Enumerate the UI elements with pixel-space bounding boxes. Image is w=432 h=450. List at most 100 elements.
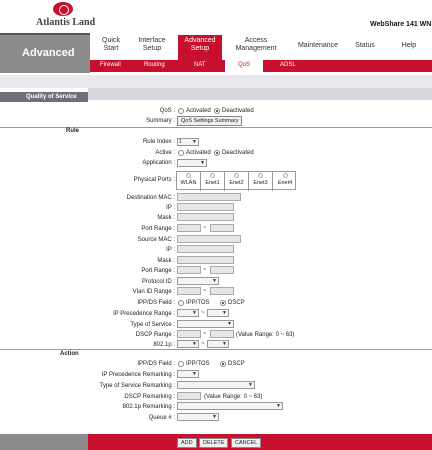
cancel-button[interactable]: CANCEL xyxy=(231,438,262,448)
sub-nat[interactable]: NAT xyxy=(194,62,206,68)
src-port-to-input[interactable] xyxy=(210,266,234,274)
active-label: Active : xyxy=(155,150,175,156)
ipds-label: IPP/DS Field : xyxy=(137,300,175,306)
add-button[interactable]: ADD xyxy=(177,438,197,448)
src-ip-input[interactable] xyxy=(177,245,234,253)
divider xyxy=(0,349,432,350)
vlan-label: Vlan ID Range : xyxy=(132,289,175,295)
model-name: WebShare 141 WN xyxy=(370,21,432,28)
ipds-dscp-label: DSCP xyxy=(228,300,245,306)
protocol-label: Protocol ID : xyxy=(141,279,175,285)
sub-qos[interactable]: QoS xyxy=(225,60,263,72)
action-ipds-dscp-radio[interactable] xyxy=(220,361,226,367)
dest-mask-input[interactable] xyxy=(177,213,234,221)
rule-index-select[interactable]: 1 xyxy=(177,138,199,146)
port-label: Enet2 xyxy=(229,180,244,186)
tos-remark-label: Type of Service Remarking : xyxy=(99,383,175,389)
queue-label: Queue # : xyxy=(148,415,175,421)
tos-remark-select[interactable] xyxy=(177,381,255,389)
queue-select[interactable] xyxy=(177,413,219,421)
qos-summary-button[interactable]: QoS Settings Summary xyxy=(177,116,243,126)
physical-ports-table: WLAN Enet1 Enet2 Enet3 Enet4 xyxy=(176,171,297,191)
application-label: Application : xyxy=(142,160,175,166)
summary-label: Summary : xyxy=(145,118,175,124)
dest-port-from-input[interactable] xyxy=(177,224,201,232)
active-activated-radio[interactable] xyxy=(178,150,184,156)
dscp-range-label: DSCP Range : xyxy=(135,332,175,338)
port-enet3[interactable]: Enet3 xyxy=(249,172,273,191)
qos-deactivated-radio[interactable] xyxy=(214,108,220,114)
dscp-range-note: (Value Range: 0 ~ 63) xyxy=(236,332,295,338)
ip-prec-label: IP Precedence Range : xyxy=(113,311,175,317)
band xyxy=(0,75,432,88)
port-enet2[interactable]: Enet2 xyxy=(225,172,249,191)
nav-access-management[interactable]: Access Management xyxy=(230,37,282,53)
nav-quick-start[interactable]: Quick Start xyxy=(92,37,130,53)
strip xyxy=(88,88,432,100)
dest-mac-input[interactable] xyxy=(177,193,241,201)
port-label: WLAN xyxy=(180,180,197,186)
port-wlan[interactable]: WLAN xyxy=(177,172,201,191)
tos-select[interactable] xyxy=(177,320,234,328)
src-port-range-label: Port Range : xyxy=(141,268,175,274)
src-mask-label: Mask : xyxy=(157,258,175,264)
nav-status[interactable]: Status xyxy=(348,42,382,50)
section-rule: Rule xyxy=(66,128,80,134)
sub-firewall[interactable]: Firewall xyxy=(100,62,121,68)
dest-ip-label: IP : xyxy=(166,205,175,211)
nav-maintenance[interactable]: Maintenance xyxy=(294,42,342,50)
port-label: Enet4 xyxy=(277,180,293,186)
rule-index-label: Rule Index : xyxy=(142,139,175,145)
ipds-dscp-radio[interactable] xyxy=(220,300,226,306)
port-enet4[interactable]: Enet4 xyxy=(273,172,297,191)
tilde: ~ xyxy=(201,310,205,316)
action-ipds-ipptos-radio[interactable] xyxy=(178,361,184,367)
p8021-to-select[interactable] xyxy=(207,340,229,348)
dscp-from-input[interactable] xyxy=(177,330,201,338)
tos-label: Type of Service : xyxy=(130,322,175,328)
qos-label: QoS : xyxy=(159,108,175,114)
protocol-select[interactable] xyxy=(177,277,219,285)
main-nav: Quick Start Interface Setup Advanced Set… xyxy=(90,33,432,60)
action-ipds-ipptos-label: IPP/TOS xyxy=(186,361,210,367)
nav-help[interactable]: Help xyxy=(394,42,424,50)
dscp-remark-input[interactable] xyxy=(177,392,201,400)
tilde: ~ xyxy=(203,331,207,337)
checkbox-icon[interactable] xyxy=(210,173,215,178)
port-enet1[interactable]: Enet1 xyxy=(201,172,225,191)
vlan-from-input[interactable] xyxy=(177,287,201,295)
nav-interface-setup[interactable]: Interface Setup xyxy=(132,37,172,53)
sub-adsl[interactable]: ADSL xyxy=(280,62,296,68)
dest-port-to-input[interactable] xyxy=(210,224,234,232)
src-mac-input[interactable] xyxy=(177,235,241,243)
ip-prec-from-select[interactable] xyxy=(177,309,199,317)
p8021-from-select[interactable] xyxy=(177,340,199,348)
ip-prec-to-select[interactable] xyxy=(207,309,229,317)
active-deactivated-radio[interactable] xyxy=(214,150,220,156)
dest-mask-label: Mask : xyxy=(157,215,175,221)
src-port-from-input[interactable] xyxy=(177,266,201,274)
nav-advanced-setup[interactable]: Advanced Setup xyxy=(178,35,222,60)
dscp-to-input[interactable] xyxy=(210,330,234,338)
checkbox-icon[interactable] xyxy=(186,173,191,178)
ipds-ipptos-radio[interactable] xyxy=(178,300,184,306)
p8021-remark-select[interactable] xyxy=(177,402,283,410)
tilde: ~ xyxy=(203,267,207,273)
dscp-remark-label: DSCP Remarking : xyxy=(124,394,175,400)
checkbox-icon[interactable] xyxy=(282,173,288,178)
checkbox-icon[interactable] xyxy=(234,173,239,178)
application-select[interactable] xyxy=(177,159,207,167)
checkbox-icon[interactable] xyxy=(258,173,263,178)
delete-button[interactable]: DELETE xyxy=(199,438,229,448)
vlan-to-input[interactable] xyxy=(210,287,234,295)
active-deactivated-label: Deactivated xyxy=(222,150,254,156)
qos-activated-label: Activated xyxy=(186,108,211,114)
sub-routing[interactable]: Routing xyxy=(144,62,165,68)
dscp-remark-note: (Value Range: 0 ~ 63) xyxy=(204,394,263,400)
qos-activated-radio[interactable] xyxy=(178,108,184,114)
src-mac-label: Source MAC : xyxy=(137,237,175,243)
dest-ip-input[interactable] xyxy=(177,203,234,211)
ip-prec-remark-select[interactable] xyxy=(177,370,199,378)
physical-ports-label: Physical Ports : xyxy=(133,177,175,183)
src-mask-input[interactable] xyxy=(177,256,234,264)
